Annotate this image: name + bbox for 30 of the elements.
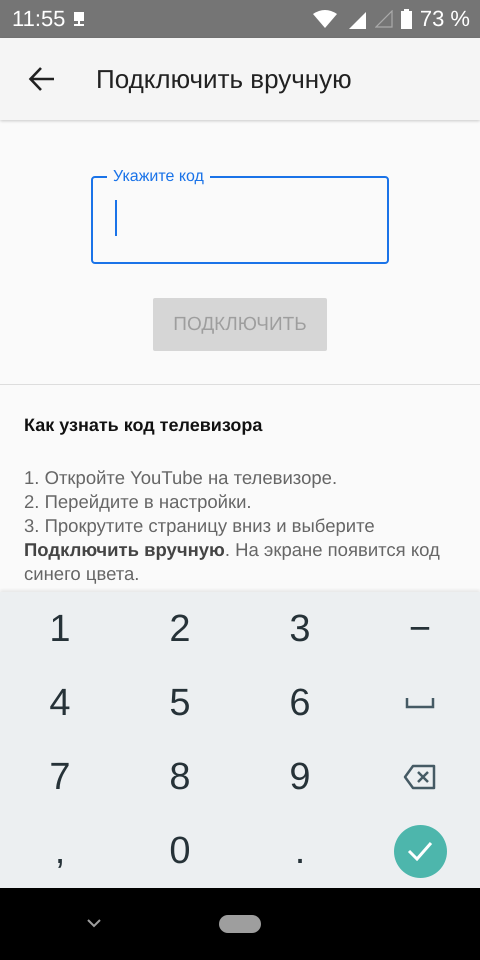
key[interactable]: − xyxy=(398,608,442,650)
key[interactable]: 4 xyxy=(39,682,81,724)
key[interactable]: 7 xyxy=(39,756,81,798)
key[interactable]: 5 xyxy=(159,682,201,724)
key[interactable]: . xyxy=(284,830,316,872)
screen-title: Подключить вручную xyxy=(96,64,352,94)
wifi-icon xyxy=(312,10,337,28)
key[interactable]: 3 xyxy=(279,608,321,650)
battery-level: 73 % xyxy=(420,6,470,32)
field-label: Укажите код xyxy=(112,167,205,187)
key[interactable]: 8 xyxy=(159,756,201,798)
help-heading: Как узнать код телевизора xyxy=(24,415,264,436)
key[interactable]: 9 xyxy=(279,756,321,798)
key[interactable]: 2 xyxy=(159,608,201,650)
signal-icon xyxy=(374,10,393,28)
instruction-step: 2. Перейдите в настройки. xyxy=(24,490,444,514)
checkmark-icon xyxy=(407,841,433,861)
instruction-step: 1. Откройте YouTube на телевизоре. xyxy=(24,466,444,490)
status-time: 11:55 xyxy=(12,6,66,32)
key[interactable]: 6 xyxy=(279,682,321,724)
back-arrow-icon[interactable] xyxy=(28,65,56,93)
battery-icon xyxy=(400,9,412,29)
code-input-field[interactable]: Укажите код xyxy=(91,167,389,264)
key[interactable]: , xyxy=(44,830,76,872)
instruction-step: 3. Прокрутите страницу вниз и выберите Подключить вручную. На экране появится код синего цвета. xyxy=(24,514,444,586)
key[interactable]: 0 xyxy=(159,830,201,872)
chevron-down-icon[interactable] xyxy=(86,918,102,928)
key[interactable]: 1 xyxy=(39,608,81,650)
home-button[interactable] xyxy=(219,915,261,933)
notification-icon xyxy=(73,12,86,26)
